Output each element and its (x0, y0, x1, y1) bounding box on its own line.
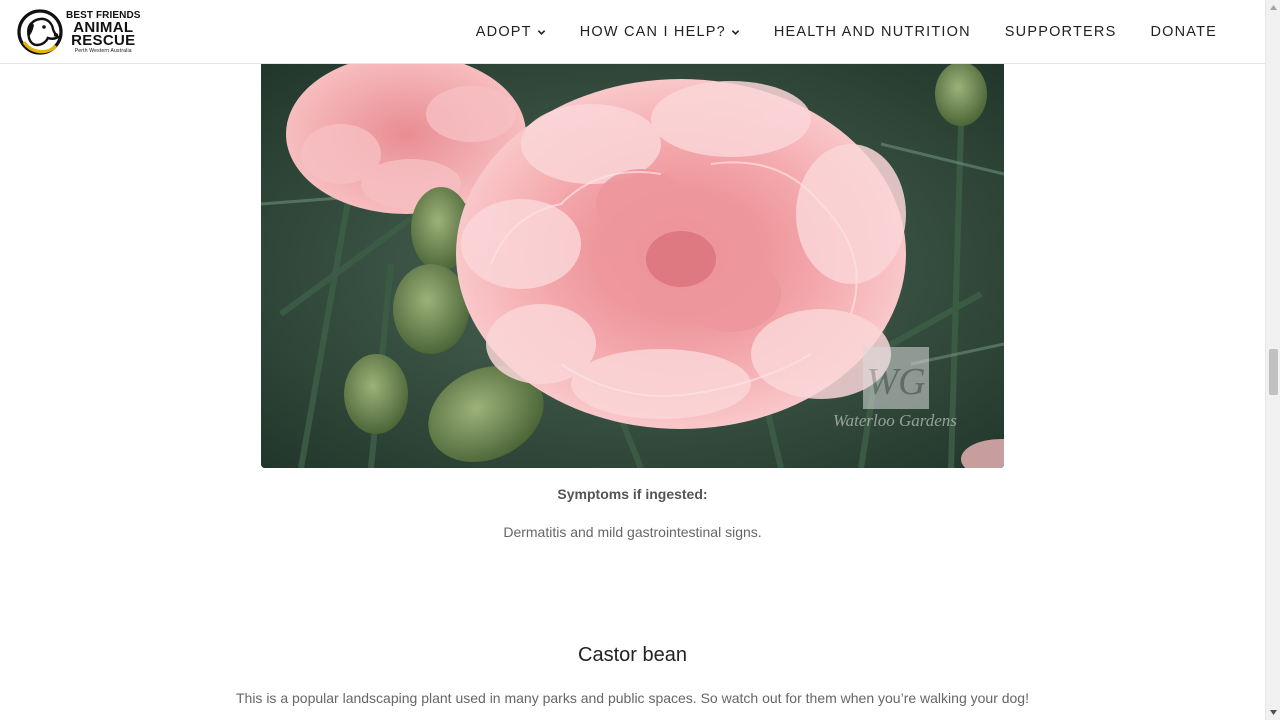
symptoms-text: Dermatitis and mild gastrointestinal sig… (503, 524, 762, 540)
main-nav: ADOPT HOW CAN I HELP? HEALTH AND NUTRITI… (442, 0, 1217, 64)
logo-wordmark: BEST FRIENDS ANIMAL RESCUE Perth Western… (66, 10, 141, 54)
dog-logo-icon (17, 9, 63, 55)
logo-line-4: Perth Western Australia (74, 47, 132, 54)
scroll-down-button[interactable] (1266, 705, 1280, 720)
site-header: BEST FRIENDS ANIMAL RESCUE Perth Western… (0, 0, 1265, 64)
nav-item-label: DONATE (1150, 24, 1217, 40)
watermark-monogram: WG (866, 361, 925, 403)
nav-item-label: HOW CAN I HELP? (579, 24, 726, 40)
logo-line-3: RESCUE (71, 31, 136, 49)
scroll-up-button[interactable] (1266, 0, 1280, 15)
chevron-down-icon (537, 29, 545, 35)
nav-item-supporters[interactable]: SUPPORTERS (1005, 24, 1117, 40)
nav-item-health-and-nutrition[interactable]: HEALTH AND NUTRITION (774, 24, 971, 40)
page-scrollbar[interactable] (1265, 0, 1280, 720)
scroll-down-icon (1270, 710, 1277, 715)
watermark-text: Waterloo Gardens (833, 411, 957, 430)
carnation-photo: WG Waterloo Gardens (261, 64, 1004, 468)
nav-item-label: ADOPT (475, 24, 532, 40)
chevron-down-icon (731, 29, 740, 35)
scroll-up-icon (1270, 5, 1277, 10)
section-description: This is a popular landscaping plant used… (235, 690, 1029, 706)
nav-item-label: SUPPORTERS (1004, 24, 1117, 40)
nav-item-donate[interactable]: DONATE (1150, 24, 1217, 40)
scroll-thumb[interactable] (1269, 349, 1278, 395)
site-logo[interactable]: BEST FRIENDS ANIMAL RESCUE Perth Western… (16, 8, 146, 56)
nav-item-how-can-i-help[interactable]: HOW CAN I HELP? (580, 24, 740, 40)
section-title-castor-bean: Castor bean (578, 644, 687, 666)
symptoms-label: Symptoms if ingested: (557, 486, 708, 502)
nav-item-label: HEALTH AND NUTRITION (773, 24, 971, 40)
nav-item-adopt[interactable]: ADOPT (476, 24, 546, 40)
